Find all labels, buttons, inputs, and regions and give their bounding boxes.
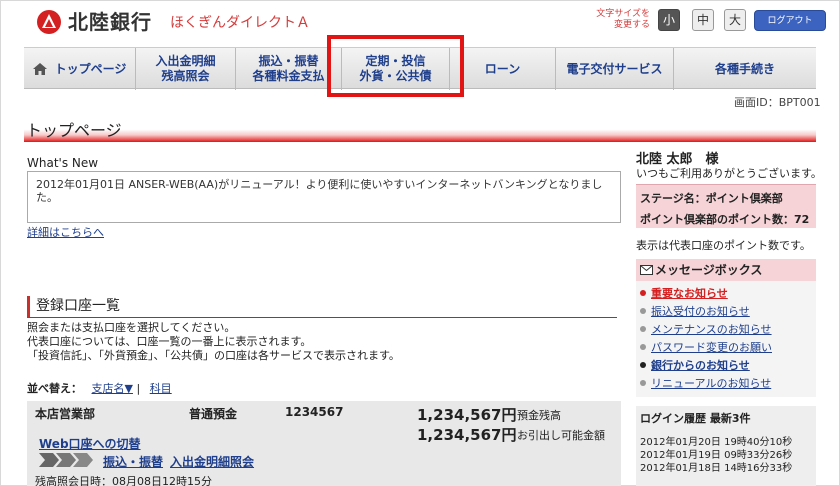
message-bank-news-link[interactable]: 銀行からのお知らせ [651, 359, 750, 372]
nav-transactions-line1: 入出金明細 [155, 54, 216, 68]
message-box-title: メッセージボックス [655, 263, 763, 277]
balance-timestamp: 残高照会日時：08月08日12時15分 [35, 475, 212, 486]
bullet-icon [640, 326, 646, 332]
points-count: ポイント倶楽部のポイント数：72 [640, 213, 810, 226]
message-list: 重要なお知らせ 振込受付のお知らせ メンテナンスのお知らせ パスワード変更のお願… [640, 285, 772, 393]
sort-by-branch[interactable]: 支店名▼ [92, 382, 133, 395]
home-icon [32, 63, 47, 75]
account-number: 1234567 [285, 405, 344, 419]
login-history-entry: 2012年01月18日 14時16分33秒 [640, 463, 793, 474]
nav-loan[interactable]: ローン [450, 48, 556, 90]
accounts-title: 登録口座一覧 [27, 296, 617, 318]
message-renewal-link[interactable]: リニューアルのお知らせ [651, 377, 771, 390]
login-history-title: ログイン履歴 最新3件 [640, 412, 751, 425]
accounts-desc-line1: 照会または支払口座を選択してください。 [27, 321, 236, 334]
accounts-description: 照会または支払口座を選択してください。 代表口座については、口座一覧の一番上に表… [27, 321, 400, 363]
account-balance: 1,234,567円 [417, 406, 517, 424]
bullet-icon [640, 308, 646, 314]
sort-separator: | [136, 382, 141, 395]
message-maintenance-link[interactable]: メンテナンスのお知らせ [651, 323, 772, 336]
account-branch: 本店営業部 [35, 407, 96, 421]
sort-label: 並べ替え： [27, 382, 82, 395]
message-item[interactable]: 重要なお知らせ [640, 285, 772, 303]
login-history-entry: 2012年01月20日 19時40分10秒 [640, 437, 793, 448]
page-title-bar: トップページ [24, 114, 816, 142]
message-important-link[interactable]: 重要なお知らせ [651, 287, 728, 300]
font-medium-button[interactable]: 中 [692, 9, 714, 31]
nav-e-delivery-label: 電子交付サービス [566, 61, 663, 76]
message-item[interactable]: リニューアルのお知らせ [640, 375, 772, 393]
bullet-icon [640, 362, 646, 368]
page-title: トップページ [26, 121, 122, 140]
font-size-label: 文字サイズを 変更する [588, 9, 650, 31]
nav-e-delivery[interactable]: 電子交付サービス [556, 48, 674, 90]
bullet-icon [640, 290, 646, 296]
transfer-link[interactable]: 振込・振替 [103, 453, 163, 470]
account-balance-label: 預金残高 [517, 409, 561, 422]
service-name: ほくぎんダイレクトＡ [170, 15, 310, 31]
message-transfer-link[interactable]: 振込受付のお知らせ [651, 305, 750, 318]
message-password-link[interactable]: パスワード変更のお願い [651, 341, 772, 354]
highlight-box [327, 35, 464, 97]
arrow-chevrons-icon [39, 453, 93, 467]
message-item[interactable]: 銀行からのお知らせ [640, 357, 772, 375]
account-available: 1,234,567円 [417, 426, 517, 444]
nav-transfer-line1: 振込・振替 [258, 54, 319, 68]
web-account-switch-link[interactable]: Web口座への切替 [39, 435, 141, 452]
message-item[interactable]: メンテナンスのお知らせ [640, 321, 772, 339]
nav-top-page[interactable]: トップページ [24, 48, 136, 90]
nav-transfer-line2: 各種料金支払 [252, 69, 325, 83]
account-type: 普通預金 [189, 407, 238, 421]
nav-loan-label: ローン [484, 61, 521, 76]
message-item[interactable]: パスワード変更のお願い [640, 339, 772, 357]
login-history-list: 2012年01月20日 19時40分10秒 2012年01月19日 09時33分… [640, 436, 792, 475]
detail-link[interactable]: 詳細はこちらへ [27, 224, 104, 240]
font-size-label-line1: 文字サイズを [596, 9, 650, 19]
nav-procedures[interactable]: 各種手続き [674, 48, 816, 90]
screen-id: 画面ID：BPT001 [734, 96, 821, 109]
whats-new-box: 2012年01月01日 ANSER-WEB(AA)がリニューアル！より便利に使い… [27, 171, 621, 223]
message-box-header: メッセージボックス [636, 259, 816, 281]
account-available-label: お引出し可能金額 [517, 429, 605, 442]
font-small-button[interactable]: 小 [658, 9, 680, 31]
bank-name: 北陸銀行 [68, 10, 152, 34]
accounts-desc-line3: 「投資信託」、「外貨預金」、「公共債」の口座は各サービスで表示されます。 [27, 349, 400, 362]
statement-link[interactable]: 入出金明細照会 [170, 453, 254, 470]
points-note: 表示は代表口座のポイント数です。 [636, 239, 811, 252]
points-panel: ステージ名：ポイント倶楽部 ポイント倶楽部のポイント数：72 [636, 184, 816, 228]
bank-logo-icon [37, 10, 61, 34]
account-row: 本店営業部 普通預金 1234567 1,234,567円 預金残高 1,234… [27, 401, 621, 486]
envelope-icon [640, 265, 653, 275]
font-size-label-line2: 変更する [613, 20, 650, 30]
nav-transactions[interactable]: 入出金明細 残高照会 [136, 48, 236, 90]
message-item[interactable]: 振込受付のお知らせ [640, 303, 772, 321]
message-box: メッセージボックス 重要なお知らせ 振込受付のお知らせ メンテナンスのお知らせ … [636, 259, 816, 397]
nav-transactions-line2: 残高照会 [161, 69, 210, 83]
greeting: いつもご利用ありがとうございます。 [636, 167, 822, 180]
nav-procedures-label: 各種手続き [714, 61, 775, 76]
stage-name: ステージ名：ポイント倶楽部 [640, 192, 783, 205]
logout-button[interactable]: ログアウト [754, 10, 826, 31]
login-history-entry: 2012年01月19日 09時33分26秒 [640, 450, 793, 461]
sort-by-subject[interactable]: 科目 [150, 382, 172, 395]
whats-new-label: What's New [27, 156, 99, 170]
sort-bar: 並べ替え： 支店名▼ | 科目 [27, 380, 172, 396]
accounts-desc-line2: 代表口座については、口座一覧の一番上に表示されます。 [27, 335, 312, 348]
font-large-button[interactable]: 大 [724, 9, 746, 31]
nav-top-page-label: トップページ [54, 61, 127, 76]
bullet-icon [640, 344, 646, 350]
bullet-icon [640, 380, 646, 386]
login-history: ログイン履歴 最新3件 2012年01月20日 19時40分10秒 2012年0… [636, 406, 816, 486]
